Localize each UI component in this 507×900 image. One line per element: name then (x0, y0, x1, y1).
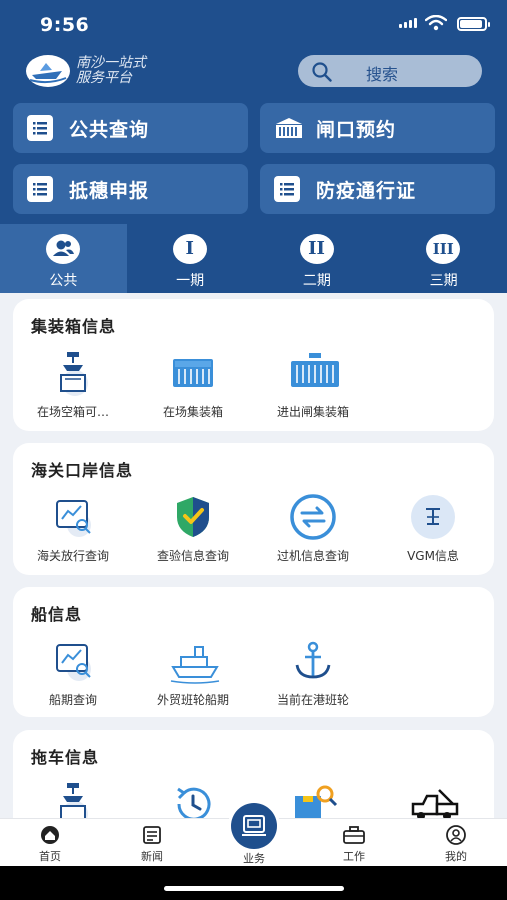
tab-phase-1[interactable]: I 一期 (127, 224, 254, 293)
item-label: 过机信息查询 (276, 549, 349, 563)
tow-truck-icon (409, 780, 459, 818)
crane-container-icon (49, 780, 97, 818)
phase-tabs: 公共 I 一期 II 二期 III 三期 (0, 224, 507, 293)
gate-icon (274, 115, 302, 141)
item-label: 船期查询 (48, 693, 97, 707)
customs-info-card: 海关口岸信息 海关放行查询 查验信息查询 过机信息查询 VGM信息 (13, 443, 494, 575)
tab-label: 三期 (429, 273, 458, 289)
item-label: 在场集装箱 (162, 405, 223, 419)
nav-work[interactable]: 工作 (324, 825, 384, 864)
ship-info-card: 船信息 船期查询 外贸班轮船期 当前在港班轮 (13, 587, 494, 717)
liner-schedule-item[interactable]: 外贸班轮船期 (133, 637, 253, 708)
yard-container-item[interactable]: 在场集装箱 (133, 349, 253, 420)
quick-label: 闸口预约 (316, 118, 397, 141)
truck-item-1[interactable] (13, 780, 133, 818)
tab-phase-2[interactable]: II 二期 (254, 224, 381, 293)
container-info-card: 集装箱信息 在场空箱可… 在场集装箱 进出闸集装箱 (13, 299, 494, 431)
transfer-icon (289, 493, 337, 541)
customs-release-item[interactable]: 海关放行查询 (13, 493, 133, 564)
container-gate-icon (289, 349, 339, 397)
list-icon (27, 115, 53, 141)
quick-label: 公共查询 (69, 118, 150, 141)
item-label: 当前在港班轮 (276, 693, 349, 707)
brand: 南沙一站式 服务平台 (26, 55, 146, 87)
search-icon (312, 62, 332, 82)
nav-label: 新闻 (141, 850, 163, 863)
home-indicator (0, 866, 507, 900)
tab-label: 二期 (302, 273, 331, 289)
brand-line1: 南沙一站式 (76, 55, 146, 71)
nav-label: 工作 (343, 850, 365, 863)
nav-home[interactable]: 首页 (20, 825, 80, 864)
signal-icon (399, 18, 417, 28)
nav-label: 我的 (445, 850, 467, 863)
item-label: 查验信息查询 (156, 549, 229, 563)
nav-news[interactable]: 新闻 (122, 825, 182, 864)
vgm-info-item[interactable]: VGM信息 (373, 493, 493, 564)
header: 9:56 南沙一站式 服务平台 搜索 公共查询 闸口预约 抵穗申报 防疫通行证 … (0, 0, 507, 293)
roman-one-icon: I (172, 234, 207, 264)
ship-schedule-item[interactable]: 船期查询 (13, 637, 133, 708)
list-icon (27, 176, 53, 202)
section-title: 集装箱信息 (31, 317, 117, 336)
user-icon (446, 825, 466, 845)
quick-epidemic-pass-button[interactable]: 防疫通行证 (260, 164, 495, 214)
crane-container-icon (49, 349, 97, 397)
item-label: 在场空箱可… (36, 405, 109, 419)
battery-icon (457, 17, 490, 31)
roman-three-icon: III (426, 234, 461, 264)
nav-mine[interactable]: 我的 (426, 825, 486, 864)
item-label: VGM信息 (407, 549, 459, 563)
scan-query-item[interactable]: 过机信息查询 (253, 493, 373, 564)
nav-business-label: 业务 (243, 852, 265, 865)
anchor-icon (289, 637, 337, 685)
nav-business[interactable] (228, 800, 280, 852)
shield-check-icon (169, 493, 217, 541)
tab-public[interactable]: 公共 (0, 224, 127, 293)
document-search-icon (49, 637, 97, 685)
document-search-icon (49, 493, 97, 541)
weight-icon (409, 493, 457, 541)
section-title: 船信息 (31, 605, 83, 624)
news-icon (143, 826, 161, 844)
briefcase-icon (343, 826, 365, 844)
empty-container-item[interactable]: 在场空箱可… (13, 349, 133, 420)
tab-label: 公共 (49, 273, 78, 289)
content-area[interactable]: 集装箱信息 在场空箱可… 在场集装箱 进出闸集装箱 海关口岸信息 海关放行查询 … (0, 293, 507, 818)
container-icon (169, 349, 217, 397)
quick-arrival-declare-button[interactable]: 抵穗申报 (13, 164, 248, 214)
status-time: 9:56 (40, 14, 90, 36)
inspection-query-item[interactable]: 查验信息查询 (133, 493, 253, 564)
ship-icon (169, 637, 220, 685)
quick-public-query-button[interactable]: 公共查询 (13, 103, 248, 153)
box-search-icon (289, 780, 338, 818)
wifi-icon (425, 15, 447, 31)
history-icon (169, 780, 217, 818)
home-icon (41, 826, 59, 844)
quick-label: 抵穗申报 (69, 179, 150, 202)
quick-label: 防疫通行证 (316, 179, 417, 202)
item-label: 进出闸集装箱 (276, 405, 349, 419)
item-label: 海关放行查询 (36, 549, 109, 563)
truck-item-4[interactable] (373, 780, 493, 818)
nav-label: 首页 (39, 850, 61, 863)
list-icon (274, 176, 300, 202)
users-icon (46, 234, 80, 264)
search-bar[interactable]: 搜索 (298, 55, 482, 87)
search-label: 搜索 (366, 65, 399, 84)
section-title: 拖车信息 (31, 748, 100, 767)
in-port-liner-item[interactable]: 当前在港班轮 (253, 637, 373, 708)
item-label: 外贸班轮船期 (156, 693, 229, 707)
quick-gate-booking-button[interactable]: 闸口预约 (260, 103, 495, 153)
section-title: 海关口岸信息 (31, 461, 134, 480)
business-icon (242, 815, 266, 836)
status-bar: 9:56 (0, 0, 507, 50)
tab-phase-3[interactable]: III 三期 (380, 224, 507, 293)
gate-container-item[interactable]: 进出闸集装箱 (253, 349, 373, 420)
roman-two-icon: II (299, 234, 334, 264)
logo-icon (26, 55, 70, 87)
app-screen: 9:56 南沙一站式 服务平台 搜索 公共查询 闸口预约 抵穗申报 防疫通行证 … (0, 0, 507, 900)
tab-label: 一期 (176, 273, 205, 289)
brand-line2: 服务平台 (76, 70, 132, 86)
